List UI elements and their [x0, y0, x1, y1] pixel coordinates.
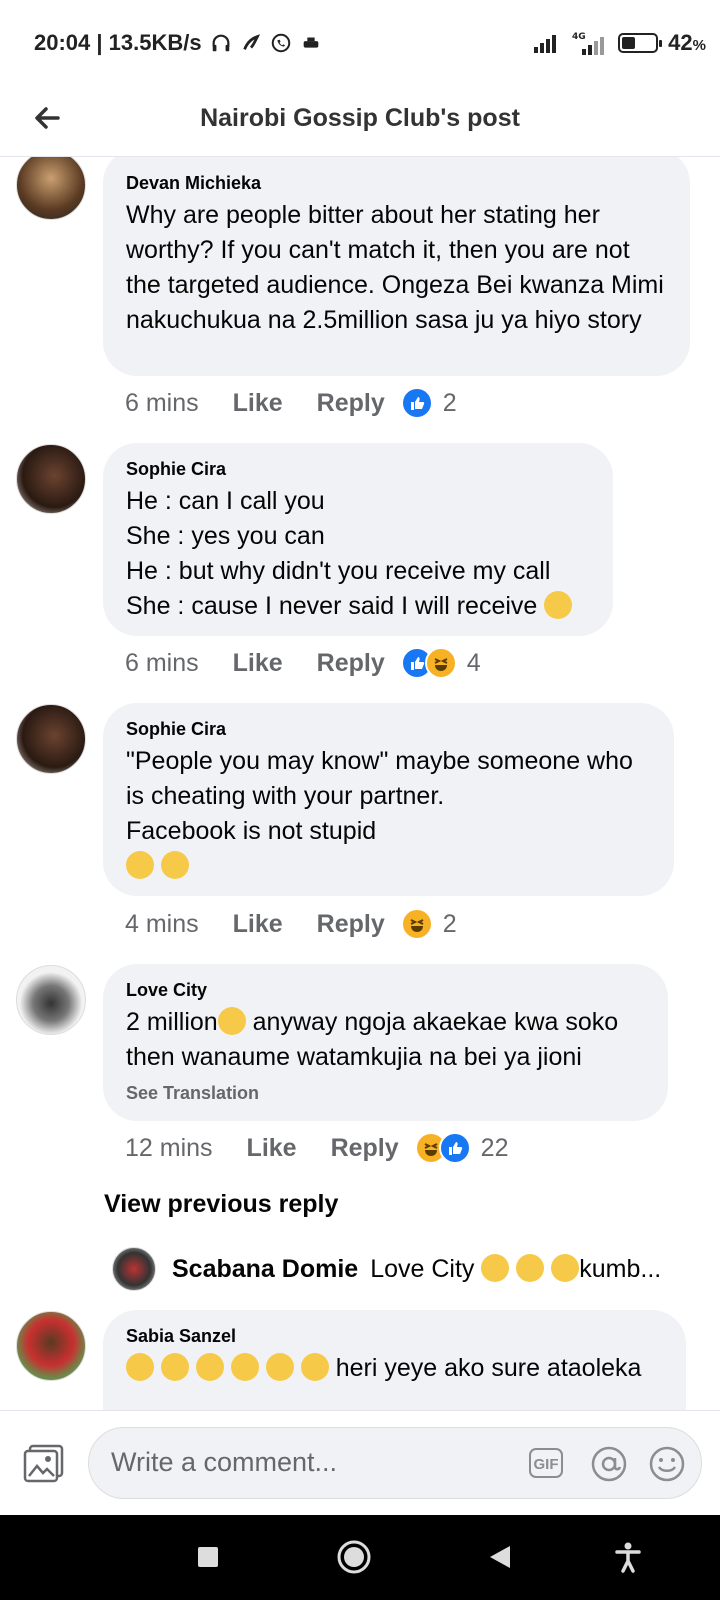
- comment-time: 6 mins: [125, 388, 199, 417]
- comment-author[interactable]: Love City: [126, 980, 644, 1001]
- page-title: Nairobi Gossip Club's post: [200, 104, 520, 132]
- reaction-count[interactable]: 2: [443, 389, 457, 418]
- smile-icon[interactable]: [647, 1444, 687, 1484]
- joy-emoji-icon: [551, 1254, 580, 1282]
- triangle-back-icon[interactable]: [482, 1539, 518, 1575]
- comment-author[interactable]: Sabia Sanzel: [126, 1326, 662, 1347]
- comment-time: 12 mins: [125, 1133, 213, 1162]
- comment-line: is cheating with your partner.: [126, 782, 445, 810]
- avatar[interactable]: [112, 1247, 156, 1291]
- comment-line: She : yes you can: [126, 522, 325, 550]
- svg-text:4G: 4G: [572, 32, 586, 42]
- like-reaction-icon: [438, 1132, 471, 1164]
- comment-line: He : but why didn't you receive my call: [126, 557, 551, 585]
- system-nav-bar: [0, 1515, 720, 1600]
- signal-4g-icon: 4G: [572, 32, 605, 55]
- comment-bubble[interactable]: Sophie Cira He : can I call you She : ye…: [103, 443, 613, 636]
- status-time-speed: 20:04 | 13.5KB/s: [34, 30, 202, 55]
- comment-composer: GIF: [0, 1410, 720, 1516]
- at-icon[interactable]: [589, 1444, 629, 1484]
- reaction-count[interactable]: 4: [467, 649, 481, 678]
- comment-line: heri yeye ako sure ataoleka: [126, 1351, 662, 1386]
- grinning-emoji-icon: [160, 851, 189, 879]
- avatar[interactable]: [16, 444, 86, 514]
- haha-reaction-icon: [400, 908, 433, 940]
- reaction-count[interactable]: 2: [443, 910, 457, 939]
- grinning-emoji-icon: [126, 851, 154, 879]
- joy-emoji-icon: [481, 1254, 510, 1282]
- rofl-emoji-icon: [195, 1353, 224, 1381]
- gif-button[interactable]: GIF: [529, 1448, 563, 1478]
- comment-author[interactable]: Devan Michieka: [126, 173, 666, 194]
- comment-time: 6 mins: [125, 648, 199, 677]
- comment-text: Why are people bitter about her stating …: [126, 201, 664, 334]
- comment-input[interactable]: [109, 1446, 493, 1479]
- like-button[interactable]: Like: [247, 1134, 297, 1163]
- rofl-emoji-icon: [265, 1353, 294, 1381]
- battery-percent: 42%: [668, 30, 706, 55]
- whatsapp-icon: [271, 33, 290, 53]
- comment-emoji-line: [126, 849, 650, 884]
- avatar[interactable]: [16, 157, 86, 220]
- comment-actions: 4 mins Like Reply 2: [125, 908, 457, 940]
- comments-feed[interactable]: Devan Michieka Why are people bitter abo…: [0, 157, 720, 1410]
- avatar[interactable]: [16, 1311, 86, 1381]
- comment-line: Facebook is not stupid: [126, 817, 377, 845]
- view-previous-reply-link[interactable]: View previous reply: [104, 1190, 338, 1219]
- like-reaction-icon: [400, 387, 433, 419]
- app-bar: Nairobi Gossip Club's post: [0, 84, 720, 157]
- comment-bubble[interactable]: Love City 2 million anyway ngoja akaekae…: [103, 964, 668, 1121]
- photo-icon[interactable]: [22, 1443, 66, 1483]
- comment-line: He : can I call you: [126, 487, 325, 515]
- rofl-emoji-icon: [160, 1353, 189, 1381]
- rofl-emoji-icon: [300, 1353, 329, 1381]
- headphones-icon: [212, 34, 230, 52]
- comment-line: then wanaume watamkujia na bei ya jioni: [126, 1043, 582, 1071]
- rofl-emoji-icon: [544, 591, 573, 619]
- comment-actions: 12 mins Like Reply 22: [125, 1132, 508, 1164]
- rofl-emoji-icon: [126, 1353, 154, 1381]
- comment-author[interactable]: Sophie Cira: [126, 459, 589, 480]
- like-button[interactable]: Like: [233, 910, 283, 939]
- app-notification-icon: [242, 34, 260, 50]
- avatar[interactable]: [16, 704, 86, 774]
- see-translation-link[interactable]: See Translation: [126, 1083, 644, 1104]
- status-bar: 20:04 | 13.5KB/s 4G 42%: [0, 0, 720, 84]
- comment-actions: 6 mins Like Reply 4: [125, 647, 481, 679]
- comment-line: "People you may know" maybe someone who: [126, 747, 633, 775]
- status-left: 20:04 | 13.5KB/s: [34, 30, 322, 56]
- comment-input-box[interactable]: GIF: [88, 1427, 702, 1499]
- comment-bubble[interactable]: Devan Michieka Why are people bitter abo…: [103, 157, 690, 376]
- reply-button[interactable]: Reply: [317, 649, 385, 678]
- accessibility-icon[interactable]: [610, 1539, 646, 1575]
- reaction-count[interactable]: 22: [481, 1134, 509, 1163]
- comment-actions: 6 mins Like Reply 2: [125, 387, 457, 419]
- reply-author[interactable]: Scabana Domie: [172, 1255, 358, 1284]
- comment-author[interactable]: Sophie Cira: [126, 719, 650, 740]
- square-icon[interactable]: [190, 1539, 226, 1575]
- comment-bubble[interactable]: Sophie Cira "People you may know" maybe …: [103, 703, 674, 896]
- notification-icon: [303, 37, 318, 48]
- circle-icon[interactable]: [336, 1539, 372, 1575]
- like-button[interactable]: Like: [233, 389, 283, 418]
- reply-button[interactable]: Reply: [331, 1134, 399, 1163]
- haha-reaction-icon: [424, 647, 457, 679]
- battery-icon: [618, 33, 663, 53]
- grin-emoji-icon: [217, 1007, 246, 1035]
- like-button[interactable]: Like: [233, 649, 283, 678]
- avatar[interactable]: [16, 965, 86, 1035]
- reply-text: Love City kumb...: [370, 1254, 662, 1283]
- reply-button[interactable]: Reply: [317, 389, 385, 418]
- nested-reply[interactable]: Scabana Domie Love City kumb...: [112, 1247, 661, 1291]
- comment-line: 2 million anyway ngoja akaekae kwa soko: [126, 1007, 619, 1036]
- comment-bubble[interactable]: Sabia Sanzel heri yeye ako sure ataoleka: [103, 1310, 686, 1410]
- rofl-emoji-icon: [230, 1353, 259, 1381]
- comment-line: She : cause I never said I will receive: [126, 589, 589, 624]
- signal-icon: [534, 35, 557, 53]
- comment-time: 4 mins: [125, 909, 199, 938]
- status-right: 4G 42%: [532, 30, 706, 56]
- joy-emoji-icon: [516, 1254, 545, 1282]
- reply-button[interactable]: Reply: [317, 910, 385, 939]
